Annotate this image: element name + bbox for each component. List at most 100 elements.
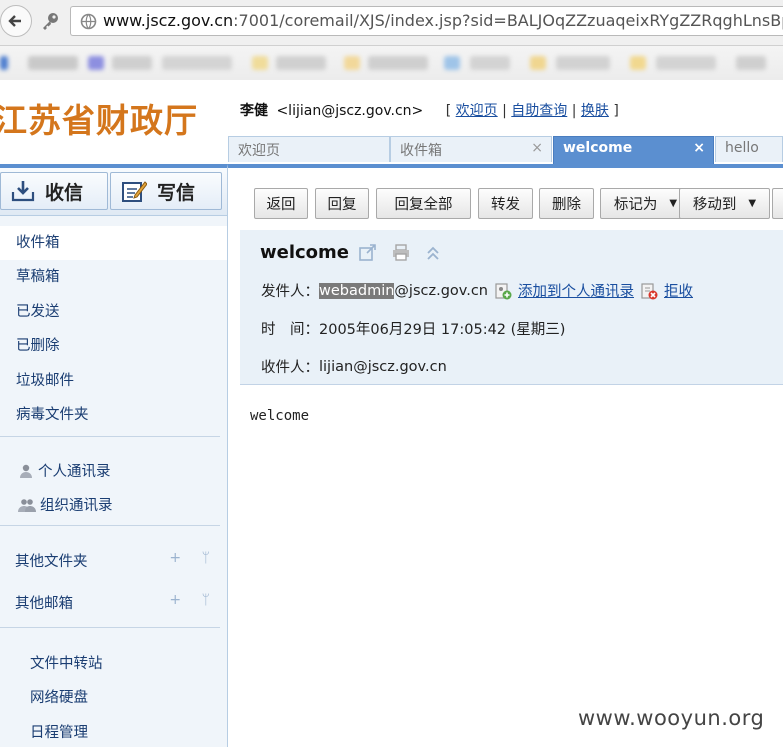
from-row: 发件人： webadmin @jscz.gov.cn 添加到个人通讯录 拒收 (261, 280, 693, 301)
tab-bar: 欢迎页 收件箱 × welcome × hello (228, 136, 783, 164)
bookmark-icon (530, 56, 546, 70)
bookmark-item (28, 56, 78, 70)
reply-all-button[interactable]: 回复全部 (376, 188, 471, 219)
reject-link[interactable]: 拒收 (664, 280, 693, 301)
url-host: www.jscz.gov.cn (103, 11, 234, 30)
collapse-up-icon[interactable] (426, 245, 440, 261)
tab-welcome-page[interactable]: 欢迎页 (228, 136, 390, 162)
org-contacts-label: 组织通讯录 (40, 498, 113, 514)
add-contact-icon[interactable] (494, 282, 512, 300)
message-subject: welcome (260, 242, 440, 263)
tab-label: hello (725, 140, 759, 156)
forward-button[interactable]: 转发 (478, 188, 533, 219)
tab-welcome[interactable]: welcome × (553, 136, 714, 164)
personal-contacts-link[interactable]: 个人通讯录 (18, 460, 111, 481)
url-field[interactable]: www.jscz.gov.cn:7001/coremail/XJS/index.… (70, 6, 783, 36)
tab-label: 收件箱 (400, 143, 442, 159)
bookmark-item (470, 56, 510, 70)
bookmark-item (162, 56, 232, 70)
pencil-paper-icon (122, 181, 147, 202)
divider (0, 525, 220, 526)
folder-spam[interactable]: 垃圾邮件 (0, 364, 227, 398)
other-mailboxes-section[interactable]: 其他邮箱 + ᛘ (15, 592, 220, 613)
bookmark-item (736, 56, 766, 70)
inbox-download-icon (11, 181, 35, 202)
bookmark-icon (88, 56, 104, 70)
time-value: 2005年06月29日 17:05:42 (星期三) (319, 322, 566, 338)
message-toolbar: 返回 回复 回复全部 转发 删除 标记为 ▼ 移动到 ▼ (242, 188, 783, 224)
print-icon[interactable] (392, 244, 410, 261)
caret-down-icon: ▼ (748, 198, 757, 209)
sidebar: 收信 写信 收件箱 草稿箱 已发送 已删除 垃圾邮件 病毒文件夹 个人通讯录 组… (0, 164, 228, 747)
message-pane: 返回 回复 回复全部 转发 删除 标记为 ▼ 移动到 ▼ welcome 发件人： … (228, 164, 783, 747)
add-settings-icons[interactable]: + ᛘ (169, 550, 218, 566)
from-local-selected[interactable]: webadmin (319, 282, 395, 299)
folder-drafts[interactable]: 草稿箱 (0, 260, 227, 294)
arrow-left-icon (8, 15, 21, 27)
url-text: www.jscz.gov.cn:7001/coremail/XJS/index.… (103, 11, 783, 30)
bookmarks-bar (0, 46, 783, 80)
from-domain: @jscz.gov.cn (394, 282, 488, 299)
receive-mail-button[interactable]: 收信 (0, 172, 108, 210)
bookmark-icon (630, 56, 646, 70)
close-icon[interactable]: × (531, 140, 543, 156)
open-new-window-icon[interactable] (359, 244, 376, 261)
reply-button[interactable]: 回复 (315, 188, 369, 219)
more-button[interactable] (772, 188, 783, 219)
tab-inbox[interactable]: 收件箱 × (390, 136, 552, 162)
to-value: lijian@jscz.gov.cn (319, 358, 447, 375)
folder-sent[interactable]: 已发送 (0, 295, 227, 329)
folder-virus[interactable]: 病毒文件夹 (0, 398, 227, 432)
user-email: <lijian@jscz.gov.cn> (276, 103, 424, 119)
divider (0, 436, 220, 437)
folder-inbox[interactable]: 收件箱 (0, 226, 227, 261)
user-area: 李健 <lijian@jscz.gov.cn> [ 欢迎页 | 自助查询 | 换… (240, 100, 619, 120)
receive-label: 收信 (45, 181, 84, 204)
add-settings-icons[interactable]: + ᛘ (169, 592, 218, 608)
watermark: www.wooyun.org (578, 706, 765, 730)
move-to-label: 移动到 (692, 197, 737, 213)
folder-list: 收件箱 草稿箱 已发送 已删除 垃圾邮件 病毒文件夹 (0, 226, 227, 432)
subject-text: welcome (260, 242, 350, 263)
to-label: 收件人： (261, 360, 319, 376)
calendar-link[interactable]: 日程管理 (30, 721, 88, 742)
folder-deleted[interactable]: 已删除 (0, 329, 227, 363)
group-icon (18, 498, 36, 512)
bookmark-item (368, 56, 428, 70)
bookmark-item (656, 56, 716, 70)
logo: 江苏省财政厅 (0, 101, 198, 140)
welcome-page-link[interactable]: 欢迎页 (456, 103, 498, 119)
bookmark-icon (344, 56, 360, 70)
org-contacts-link[interactable]: 组织通讯录 (18, 494, 113, 515)
top-links: [ 欢迎页 | 自助查询 | 换肤 ] (445, 103, 619, 119)
bookmark-icon (0, 56, 8, 70)
person-icon (20, 464, 32, 478)
time-row: 时 间： 2005年06月29日 17:05:42 (星期三) (261, 318, 565, 339)
compose-button[interactable]: 写信 (110, 172, 222, 210)
bookmark-item (556, 56, 610, 70)
tab-label: 欢迎页 (238, 143, 280, 159)
add-to-contacts-link[interactable]: 添加到个人通讯录 (518, 280, 634, 301)
other-folders-section[interactable]: 其他文件夹 + ᛘ (15, 550, 220, 571)
bookmark-item (112, 56, 152, 70)
app-header: 江苏省财政厅 李健 <lijian@jscz.gov.cn> [ 欢迎页 | 自… (0, 80, 783, 140)
move-to-dropdown[interactable]: 移动到 ▼ (679, 188, 770, 219)
mark-as-dropdown[interactable]: 标记为 ▼ (600, 188, 691, 219)
compose-label: 写信 (157, 181, 196, 204)
message-body: welcome (250, 408, 310, 424)
network-disk-link[interactable]: 网络硬盘 (30, 686, 88, 707)
to-row: 收件人： lijian@jscz.gov.cn (261, 356, 447, 377)
back-to-list-button[interactable]: 返回 (254, 188, 308, 219)
reject-icon[interactable] (640, 282, 658, 300)
subject-actions (359, 244, 440, 261)
delete-button[interactable]: 删除 (539, 188, 594, 219)
mark-as-label: 标记为 (613, 197, 658, 213)
bookmark-icon (252, 56, 268, 70)
url-path: :7001/coremail/XJS/index.jsp?sid=BALJOqZ… (233, 11, 783, 30)
self-service-link[interactable]: 自助查询 (511, 103, 567, 119)
back-button[interactable] (0, 5, 32, 37)
change-skin-link[interactable]: 换肤 (581, 103, 609, 119)
tab-hello[interactable]: hello (715, 136, 783, 162)
close-icon[interactable]: × (693, 140, 705, 156)
file-transfer-link[interactable]: 文件中转站 (30, 652, 103, 673)
